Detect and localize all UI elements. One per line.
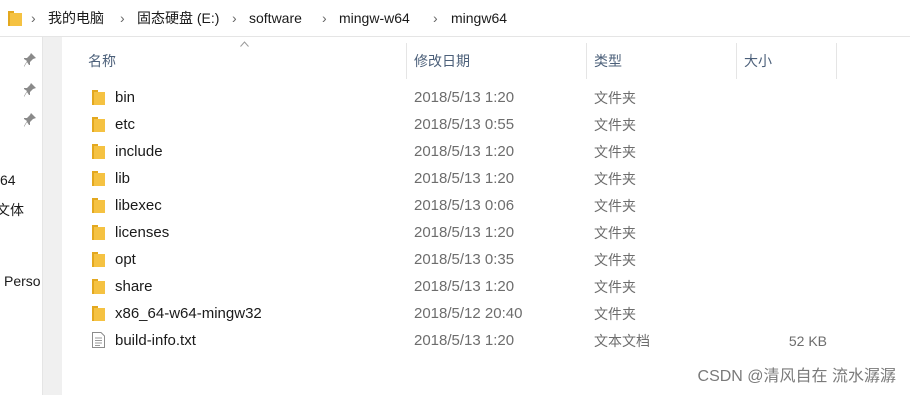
file-date: 2018/5/13 1:20 <box>414 332 515 349</box>
folder-icon <box>92 306 105 321</box>
pin-icon[interactable] <box>24 53 36 67</box>
file-row[interactable]: include 2018/5/13 1:20 文件夹 <box>62 138 910 165</box>
file-name: include <box>115 143 163 160</box>
column-header-size[interactable]: 大小 <box>744 52 772 70</box>
column-divider[interactable] <box>406 43 407 79</box>
breadcrumb-item-mingw-w64[interactable]: mingw-w64 <box>339 9 410 27</box>
file-type: 文件夹 <box>594 171 636 187</box>
folder-icon <box>92 225 105 240</box>
folder-icon <box>92 117 105 132</box>
file-date: 2018/5/13 0:06 <box>414 197 515 214</box>
folder-icon <box>92 171 105 186</box>
file-name: bin <box>115 89 136 106</box>
breadcrumb-separator[interactable]: › <box>232 9 237 27</box>
file-name: share <box>115 278 153 295</box>
nav-item-label[interactable]: 64 <box>0 171 16 189</box>
column-divider[interactable] <box>736 43 737 79</box>
breadcrumb-separator[interactable]: › <box>322 9 327 27</box>
file-date: 2018/5/13 1:20 <box>414 278 515 295</box>
column-header-name[interactable]: 名称 <box>88 52 116 70</box>
file-type: 文件夹 <box>594 306 636 322</box>
folder-icon <box>8 11 22 26</box>
column-header-row: 名称 修改日期 类型 大小 <box>62 37 910 84</box>
file-type: 文件夹 <box>594 252 636 268</box>
column-divider[interactable] <box>586 43 587 79</box>
folder-icon <box>92 198 105 213</box>
file-row[interactable]: etc 2018/5/13 0:55 文件夹 <box>62 111 910 138</box>
file-name: libexec <box>115 197 162 214</box>
file-row[interactable]: x86_64-w64-mingw32 2018/5/12 20:40 文件夹 <box>62 300 910 327</box>
file-date: 2018/5/13 1:20 <box>414 224 515 241</box>
file-row[interactable]: licenses 2018/5/13 1:20 文件夹 <box>62 219 910 246</box>
address-bar[interactable]: › 我的电脑 › 固态硬盘 (E:) › software › mingw-w6… <box>0 0 910 37</box>
file-type: 文件夹 <box>594 90 636 106</box>
file-size: 52 KB <box>788 333 827 349</box>
folder-icon <box>92 144 105 159</box>
file-row[interactable]: opt 2018/5/13 0:35 文件夹 <box>62 246 910 273</box>
folder-icon <box>92 279 105 294</box>
file-type: 文件夹 <box>594 117 636 133</box>
file-name: lib <box>115 170 131 187</box>
file-row[interactable]: build-info.txt 2018/5/13 1:20 文本文档 52 KB <box>62 327 910 354</box>
pin-icon[interactable] <box>24 113 36 127</box>
breadcrumb-separator[interactable]: › <box>120 9 125 27</box>
text-file-icon <box>92 332 105 348</box>
file-name: opt <box>115 251 136 268</box>
breadcrumb-item-my-computer[interactable]: 我的电脑 <box>48 9 104 27</box>
file-date: 2018/5/13 0:55 <box>414 116 515 133</box>
breadcrumb-item-drive[interactable]: 固态硬盘 (E:) <box>137 9 219 27</box>
file-date: 2018/5/13 1:20 <box>414 170 515 187</box>
file-date: 2018/5/13 1:20 <box>414 143 515 160</box>
sort-ascending-icon <box>240 41 249 47</box>
breadcrumb-separator[interactable]: › <box>433 9 438 27</box>
file-row[interactable]: libexec 2018/5/13 0:06 文件夹 <box>62 192 910 219</box>
file-date: 2018/5/13 1:20 <box>414 89 515 106</box>
breadcrumb-item-software[interactable]: software <box>249 9 302 27</box>
file-type: 文件夹 <box>594 279 636 295</box>
file-date: 2018/5/12 20:40 <box>414 305 523 322</box>
pin-icon[interactable] <box>24 83 36 97</box>
column-divider[interactable] <box>836 43 837 79</box>
file-name: etc <box>115 116 136 133</box>
file-row[interactable]: share 2018/5/13 1:20 文件夹 <box>62 273 910 300</box>
file-name: build-info.txt <box>115 332 196 349</box>
file-row[interactable]: lib 2018/5/13 1:20 文件夹 <box>62 165 910 192</box>
file-row[interactable]: bin 2018/5/13 1:20 文件夹 <box>62 84 910 111</box>
folder-icon <box>92 252 105 267</box>
watermark: CSDN @清风自在 流水潺潺 <box>697 368 896 385</box>
file-date: 2018/5/13 0:35 <box>414 251 515 268</box>
column-header-type[interactable]: 类型 <box>594 52 622 70</box>
file-type: 文本文档 <box>594 333 650 349</box>
file-type: 文件夹 <box>594 198 636 214</box>
folder-icon <box>92 90 105 105</box>
file-name: x86_64-w64-mingw32 <box>115 305 262 322</box>
nav-item-label[interactable]: Perso <box>4 272 42 290</box>
breadcrumb-separator[interactable]: › <box>31 9 36 27</box>
file-name: licenses <box>115 224 170 241</box>
nav-pane-scrollbar[interactable] <box>42 37 62 395</box>
column-header-date[interactable]: 修改日期 <box>414 52 470 70</box>
navigation-pane: 64 文体 Perso <box>0 37 42 395</box>
file-type: 文件夹 <box>594 225 636 241</box>
nav-item-label[interactable]: 文体 <box>0 201 24 219</box>
file-type: 文件夹 <box>594 144 636 160</box>
breadcrumb-item-mingw64[interactable]: mingw64 <box>451 9 507 27</box>
